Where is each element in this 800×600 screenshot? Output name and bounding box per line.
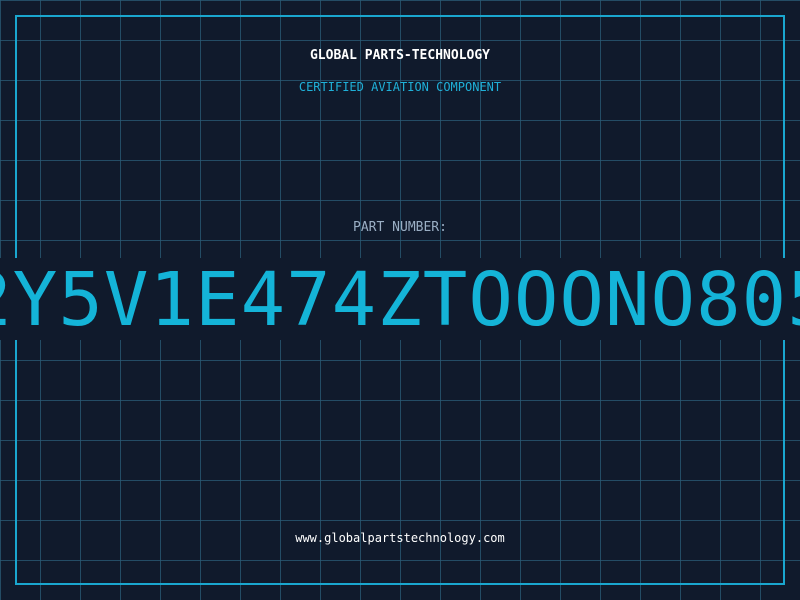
certification-subtitle: CERTIFIED AVIATION COMPONENT xyxy=(298,80,502,94)
website-url: www.globalpartstechnology.com xyxy=(295,531,505,545)
part-number-label: PART NUMBER: xyxy=(353,220,447,235)
part-number-band: 2Y5V1E474ZTOOONO805 xyxy=(0,258,800,340)
company-name: GLOBAL PARTS-TECHNOLOGY xyxy=(309,48,490,63)
part-number-value: 2Y5V1E474ZTOOONO805 xyxy=(0,258,800,340)
label-card: GLOBAL PARTS-TECHNOLOGY CERTIFIED AVIATI… xyxy=(0,0,800,600)
